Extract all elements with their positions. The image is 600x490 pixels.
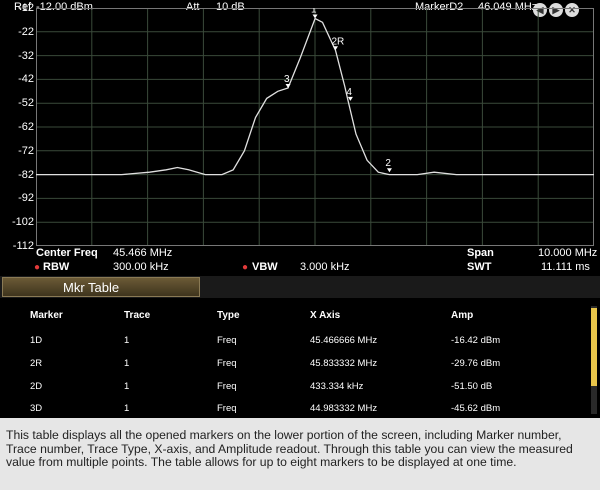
- cell-x-axis: 433.334 kHz: [310, 381, 364, 392]
- y-tick-label: -12: [18, 2, 34, 14]
- y-tick-label: -92: [18, 192, 34, 205]
- cell-x-axis: 44.983332 MHz: [310, 403, 378, 414]
- marker-label: 3: [284, 74, 290, 85]
- cell-marker: 1D: [30, 335, 43, 346]
- cell-x-axis: 45.833332 MHz: [310, 358, 378, 369]
- col-header-type: Type: [217, 310, 240, 321]
- tab-bar: Mkr Table: [0, 276, 600, 298]
- table-scrollbar[interactable]: [591, 306, 597, 414]
- vbw-indicator-icon: ●: [242, 262, 249, 273]
- tab-mkr-table[interactable]: Mkr Table: [2, 277, 200, 297]
- cell-x-axis: 45.466666 MHz: [310, 335, 378, 346]
- marker-label: 2R: [331, 36, 344, 47]
- vbw-label: VBW: [252, 261, 278, 273]
- y-tick-label: -52: [18, 97, 34, 110]
- cell-trace: 1: [124, 403, 130, 414]
- y-tick-label: -32: [18, 49, 34, 62]
- cell-type: Freq: [217, 381, 237, 392]
- cell-marker: 2R: [30, 358, 43, 369]
- cell-amp: -51.50 dB: [451, 381, 493, 392]
- y-tick-label: -62: [18, 121, 34, 133]
- cell-amp: -16.42 dBm: [451, 335, 501, 346]
- cell-trace: 1: [124, 381, 130, 392]
- vbw-value: 3.000 kHz: [300, 261, 350, 273]
- y-tick-label: -102: [11, 216, 34, 229]
- cell-type: Freq: [217, 403, 237, 414]
- cell-type: Freq: [217, 358, 237, 369]
- rbw-indicator-icon: ●: [34, 262, 41, 273]
- col-header-amp: Amp: [451, 310, 474, 321]
- cell-trace: 1: [124, 335, 130, 346]
- center-freq-label: Center Freq: [36, 247, 98, 259]
- cell-marker: 3D: [30, 403, 43, 414]
- marker-table: Marker Trace Type X Axis Amp 1D 1 Freq 4…: [0, 300, 600, 418]
- rbw-label: RBW: [43, 261, 70, 273]
- tab-mkr-table-label: Mkr Table: [63, 280, 120, 295]
- col-header-marker: Marker: [30, 310, 63, 321]
- marker-label: 2: [385, 158, 391, 169]
- col-header-trace: Trace: [124, 310, 151, 321]
- measurement-info: Center Freq 45.466 MHz Span 10.000 MHz ●…: [0, 246, 600, 274]
- marker-label: 4: [346, 87, 352, 98]
- cell-type: Freq: [217, 335, 237, 346]
- cell-marker: 2D: [30, 381, 43, 392]
- col-header-x-axis: X Axis: [310, 310, 341, 321]
- y-tick-label: -82: [18, 168, 34, 181]
- swt-value: 11.111 ms: [541, 261, 590, 273]
- cell-amp: -29.76 dBm: [451, 358, 501, 369]
- rbw-value: 300.00 kHz: [113, 261, 169, 273]
- y-tick-label: -72: [18, 144, 34, 157]
- span-value: 10.000 MHz: [538, 247, 598, 259]
- cell-trace: 1: [124, 358, 130, 369]
- cell-amp: -45.62 dBm: [451, 403, 501, 414]
- span-label: Span: [467, 247, 494, 259]
- description-caption: This table displays all the opened marke…: [0, 418, 600, 490]
- center-freq-value: 45.466 MHz: [113, 247, 173, 259]
- marker-label: 1: [311, 8, 317, 16]
- scrollbar-thumb[interactable]: [591, 308, 597, 386]
- spectrum-plot: 1 2R 3 4 2: [36, 8, 594, 246]
- y-tick-label: -42: [18, 73, 34, 86]
- swt-label: SWT: [467, 261, 492, 273]
- y-tick-label: -22: [18, 25, 34, 38]
